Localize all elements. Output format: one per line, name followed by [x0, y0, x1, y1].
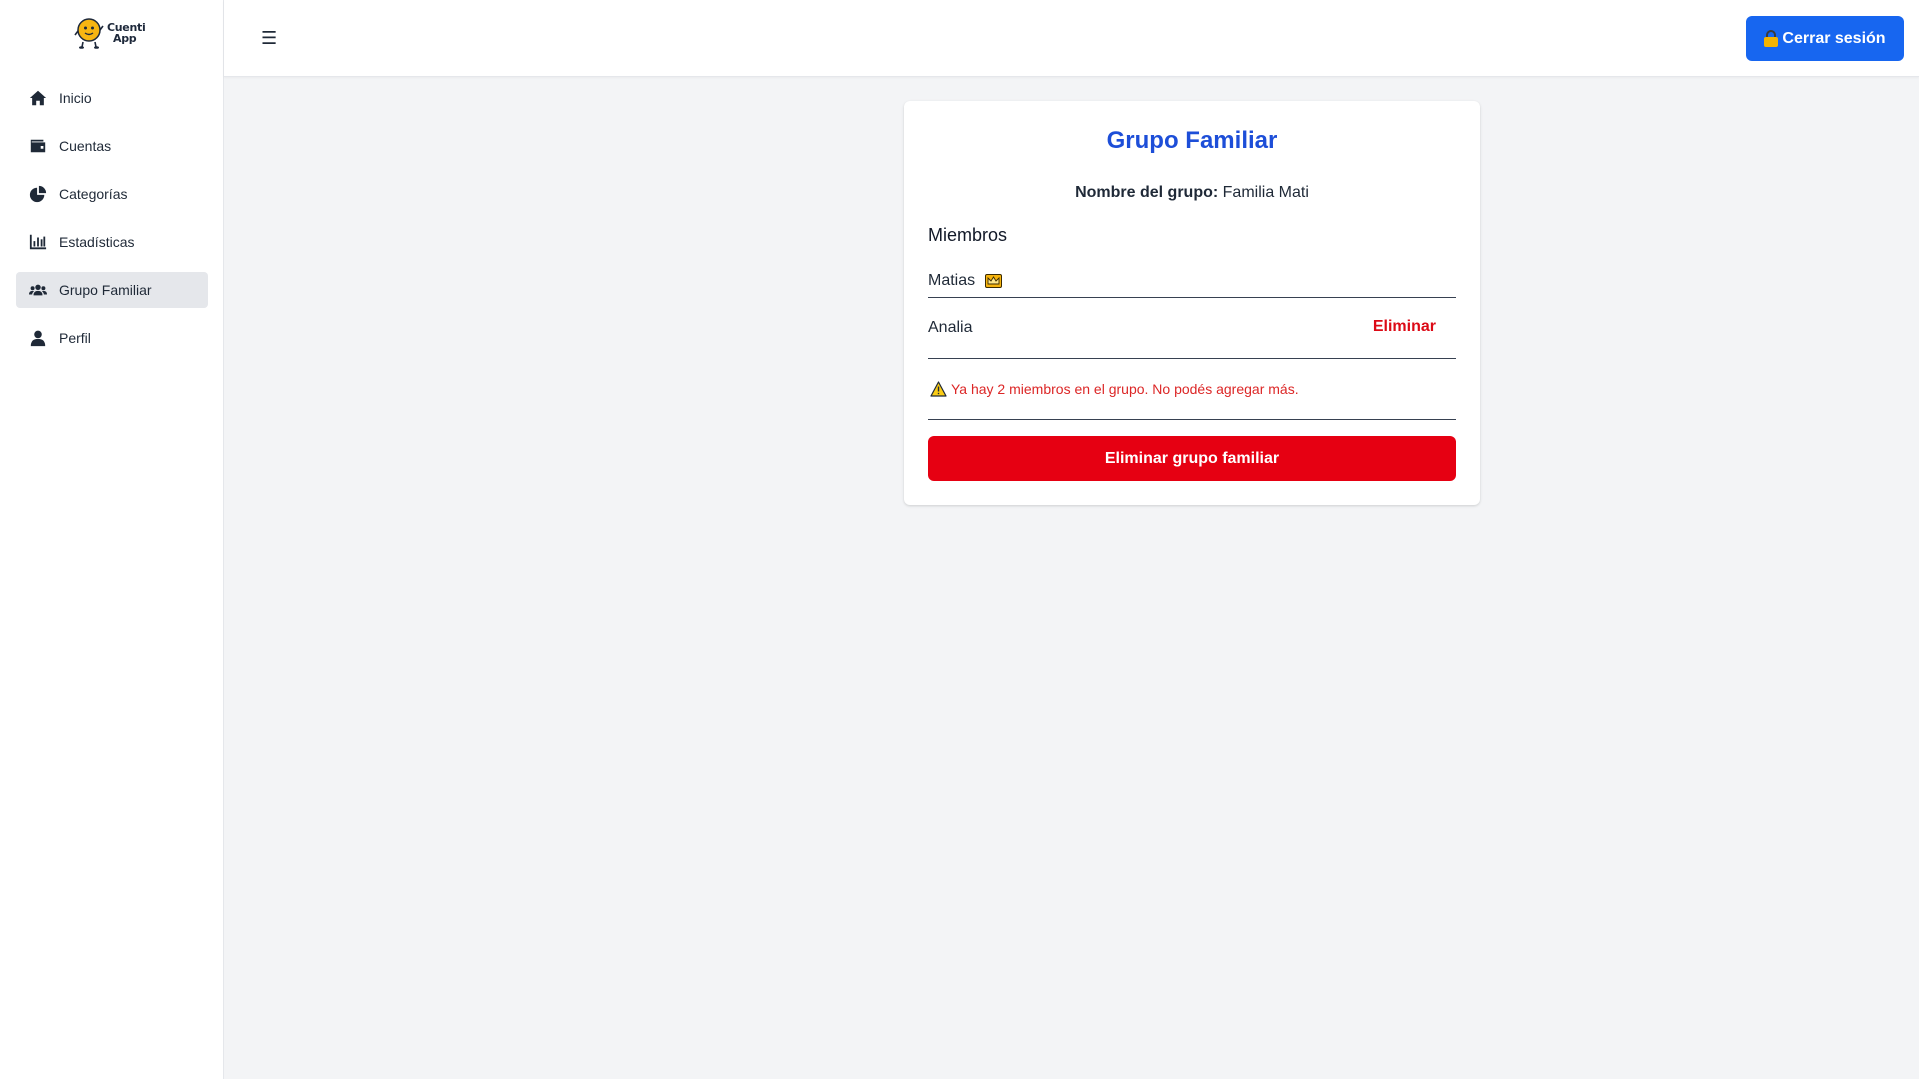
user-icon: [28, 329, 48, 347]
menu-toggle-icon[interactable]: ☰: [261, 28, 277, 49]
warning-text: Ya hay 2 miembros en el grupo. No podés …: [951, 381, 1299, 397]
crown-icon: [985, 274, 1003, 288]
warning-icon: [930, 381, 947, 397]
sidebar-item-grupo-familiar[interactable]: Grupo Familiar: [16, 272, 208, 308]
members-heading: Miembros: [928, 225, 1008, 245]
sidebar-item-estadisticas[interactable]: Estadísticas: [16, 224, 208, 260]
sidebar-item-perfil[interactable]: Perfil: [16, 320, 208, 356]
group-name-value: Familia Mati: [1222, 184, 1309, 201]
logout-label: Cerrar sesión: [1782, 29, 1886, 47]
top-header: ☰ Cerrar sesión: [224, 0, 1919, 77]
member-name: Matias: [928, 272, 976, 289]
page-title: Grupo Familiar: [1106, 127, 1278, 154]
group-name-line: Nombre del grupo: Familia Mati: [904, 184, 1480, 202]
pie-chart-icon: [28, 185, 48, 203]
sidebar-item-label: Categorías: [59, 186, 128, 202]
member-name: Analia: [928, 319, 973, 336]
sidebar-item-label: Perfil: [59, 330, 91, 346]
delete-group-button[interactable]: Eliminar grupo familiar: [928, 436, 1456, 481]
family-group-card: Grupo Familiar Nombre del grupo: Familia…: [904, 101, 1480, 505]
sidebar-nav: Inicio Cuentas Categorías Estadísticas G…: [16, 80, 208, 368]
bar-chart-icon: [28, 233, 48, 251]
lock-icon: [1764, 30, 1779, 47]
sidebar-item-categorias[interactable]: Categorías: [16, 176, 208, 212]
users-icon: [28, 281, 48, 299]
sidebar-item-inicio[interactable]: Inicio: [16, 80, 208, 116]
sidebar-item-label: Inicio: [59, 90, 92, 106]
sidebar: Cuenti App Inicio Cuentas Categorías Est…: [0, 0, 224, 1079]
sidebar-item-label: Estadísticas: [59, 234, 135, 250]
logo-line-2: App: [113, 32, 137, 45]
group-name-label: Nombre del grupo:: [1075, 184, 1219, 201]
home-icon: [28, 89, 48, 107]
coin-mascot-icon: [74, 16, 104, 50]
app-logo[interactable]: Cuenti App: [74, 16, 146, 50]
member-row: Analia Eliminar: [928, 298, 1456, 359]
sidebar-item-label: Grupo Familiar: [59, 282, 152, 298]
sidebar-item-cuentas[interactable]: Cuentas: [16, 128, 208, 164]
sidebar-item-label: Cuentas: [59, 138, 112, 154]
logout-button[interactable]: Cerrar sesión: [1746, 16, 1904, 61]
member-limit-warning: Ya hay 2 miembros en el grupo. No podés …: [928, 359, 1456, 420]
remove-member-button[interactable]: Eliminar: [1373, 318, 1436, 336]
member-row: Matias: [928, 265, 1456, 298]
wallet-icon: [28, 137, 48, 155]
